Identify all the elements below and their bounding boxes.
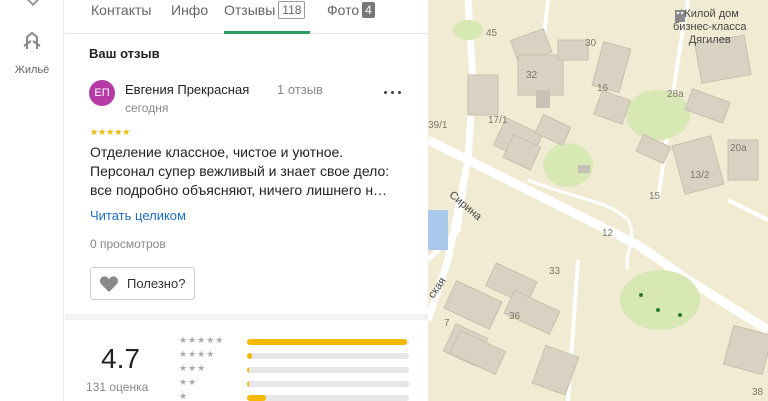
house-number: 38: [752, 387, 764, 398]
useful-label: Полезно?: [127, 276, 186, 291]
rating-bar-track: [247, 353, 409, 359]
house-number: 32: [526, 70, 538, 81]
rating-bar-row[interactable]: ★★★: [179, 363, 409, 376]
house-number: 45: [486, 28, 498, 39]
review-text: Отделение классное, чистое и уютное. Пер…: [90, 143, 410, 200]
review-date: сегодня: [125, 101, 169, 115]
org-card-panel: Контакты Инфо Отзывы 118 Фото 4 Ваш отзыв …: [65, 0, 428, 401]
chevron-icon: [25, 0, 41, 7]
map-canvas: [428, 0, 768, 401]
rating-bar-track: [247, 395, 409, 401]
rail-item-label: Жильё: [14, 64, 50, 76]
house-number: 16: [597, 83, 609, 94]
housing-icon: [23, 31, 41, 49]
tab-reviews[interactable]: Отзывы 118: [224, 0, 310, 34]
rating-bar-row[interactable]: ★★★★★: [179, 335, 409, 348]
rating-count: 131 оценка: [86, 380, 149, 394]
more-options-button[interactable]: [383, 84, 403, 100]
review-text-line: Отделение классное, чистое и уютное.: [90, 144, 344, 160]
house-number: 7: [444, 318, 450, 329]
house-number: 33: [549, 266, 561, 277]
section-title: Ваш отзыв: [89, 46, 160, 61]
rating-bar-stars: ★★★★: [179, 349, 216, 359]
rating-bar-stars: ★★: [179, 377, 198, 387]
house-number: 36: [509, 311, 521, 322]
views-count: 0 просмотров: [90, 237, 166, 251]
rating-bar-stars: ★★★★★: [179, 335, 225, 345]
heart-icon: [99, 275, 119, 292]
rail-item-housing[interactable]: Жильё: [0, 28, 64, 76]
rating-value: 4.7: [101, 343, 140, 374]
review-text-line: все подробно объясняют, ничего лишнего н…: [90, 182, 388, 198]
house-number: 28а: [667, 89, 684, 100]
review-text-line: Персонал супер вежливый и знает свое дел…: [90, 163, 390, 179]
read-more-link[interactable]: Читать целиком: [90, 208, 186, 223]
tab-info[interactable]: Инфо: [171, 0, 208, 34]
tab-label: Фото: [327, 2, 360, 18]
rating-bar-track: [247, 381, 409, 387]
rating-bar-row[interactable]: ★★★★: [179, 349, 409, 362]
house-number: 30: [585, 38, 597, 49]
map-poi[interactable]: Жилой дом бизнес-класса Дягилев: [673, 8, 746, 47]
review-author[interactable]: Евгения Прекрасная: [125, 82, 249, 97]
section-divider: [65, 314, 428, 320]
left-rail: Жильё: [0, 0, 64, 401]
tab-label: Контакты: [91, 2, 152, 18]
rating-bar-row[interactable]: ★★: [179, 377, 409, 390]
rating-bar-track: [247, 339, 409, 345]
tab-label: Инфо: [171, 2, 209, 18]
avatar[interactable]: ЕП: [89, 80, 115, 106]
map[interactable]: Жилой дом бизнес-класса Дягилев Сирина с…: [428, 0, 768, 401]
rating-bar-fill: [247, 339, 407, 345]
rating-bar-fill: [247, 381, 249, 387]
useful-button[interactable]: Полезно?: [90, 267, 196, 300]
rating-bar-row[interactable]: ★: [179, 391, 409, 401]
house-number: 12: [602, 228, 614, 239]
building-icon: [675, 10, 685, 22]
photos-count-badge: 4: [362, 2, 375, 18]
rating-bar-fill: [247, 353, 252, 359]
house-number: 39/1: [428, 120, 448, 131]
rating-bar-fill: [247, 367, 249, 373]
rating-bar-track: [247, 367, 409, 373]
house-number: 13/2: [690, 170, 710, 181]
house-number: 17/1: [488, 115, 508, 126]
rating-bar-stars: ★: [179, 391, 189, 401]
tab-label: Отзывы: [224, 2, 276, 18]
rating-bar-fill: [247, 395, 266, 401]
review-stars: ★★★★★: [90, 127, 131, 137]
tabs-bar: Контакты Инфо Отзывы 118 Фото 4: [65, 0, 428, 34]
rating-bar-stars: ★★★: [179, 363, 207, 373]
house-number: 15: [649, 191, 661, 202]
author-reviews-count: 1 отзыв: [277, 82, 323, 97]
tab-contacts[interactable]: Контакты: [91, 0, 151, 34]
reviews-count-badge: 118: [278, 1, 306, 19]
house-number: 20а: [730, 143, 747, 154]
dot: [391, 91, 394, 94]
tab-photos[interactable]: Фото 4: [327, 0, 375, 34]
dot: [384, 91, 387, 94]
dot: [398, 91, 401, 94]
